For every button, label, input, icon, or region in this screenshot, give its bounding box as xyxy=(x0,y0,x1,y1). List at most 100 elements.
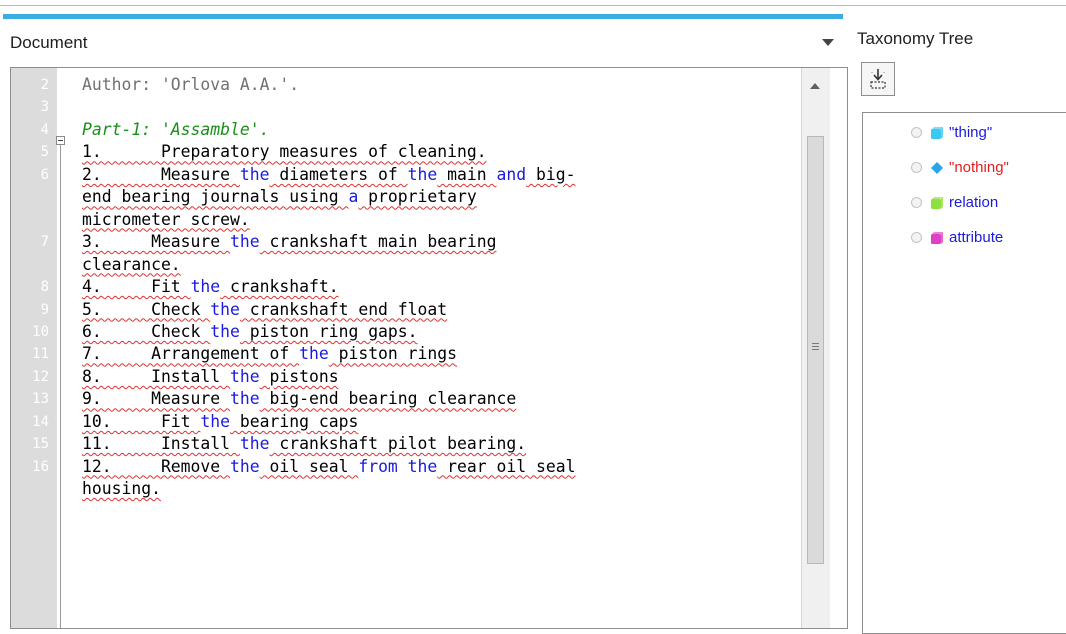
code-line[interactable]: 3 xyxy=(11,96,801,118)
text-token: piston rings xyxy=(328,344,458,364)
line-text: 8. Install the pistons xyxy=(82,366,339,388)
line-number: 6 xyxy=(40,166,49,183)
text-token: end bearing journals using xyxy=(82,187,349,207)
text-token: Author: 'Orlova A.A.'. xyxy=(82,75,300,94)
code-line[interactable]: 5 1. Preparatory measures of cleaning. xyxy=(11,141,801,163)
text-token: 3. Measure xyxy=(82,232,231,252)
line-text: 2. Measure the diameters of the main and… xyxy=(82,164,575,186)
code-line[interactable]: 4 Part-1: 'Assamble'. xyxy=(11,119,801,141)
text-token: pistons xyxy=(259,366,339,386)
text-token: the xyxy=(230,389,260,409)
code-line[interactable]: 13 9. Measure the big-end bearing clearan… xyxy=(11,388,801,410)
node-radio-button[interactable] xyxy=(911,127,922,138)
text-token: oil seal xyxy=(259,456,359,476)
scroll-thumb[interactable] xyxy=(807,136,824,564)
line-text: 12. Remove the oil seal from the rear oi… xyxy=(82,456,575,478)
text-token: crankshaft main bearing xyxy=(259,232,497,252)
code-line[interactable]: 15 11. Install the crankshaft pilot beari… xyxy=(11,433,801,455)
code-line[interactable]: end bearing journals using a proprietary xyxy=(11,186,801,208)
import-button[interactable] xyxy=(861,62,895,96)
panel-dropdown-icon[interactable] xyxy=(822,39,834,46)
vertical-scrollbar[interactable] xyxy=(801,68,830,628)
line-number: 13 xyxy=(32,391,49,408)
active-panel-accent xyxy=(3,14,843,19)
grip-line xyxy=(812,346,819,347)
text-token: from the xyxy=(358,456,438,476)
code-line[interactable]: 7 3. Measure the crankshaft main bearing xyxy=(11,231,801,253)
tree-node-label: "thing" xyxy=(949,124,993,141)
text-token: 9. Measure xyxy=(82,389,231,409)
line-number: 2 xyxy=(40,77,49,93)
text-token: the xyxy=(230,456,260,476)
text-token: big- xyxy=(526,164,576,184)
text-token: a xyxy=(348,187,359,207)
code-line[interactable]: 12 8. Install the pistons xyxy=(11,366,801,388)
diamond-icon xyxy=(931,162,943,174)
line-text: 7. Arrangement of the piston rings xyxy=(82,343,457,365)
text-token: the xyxy=(230,366,260,386)
line-text: 5. Check the crankshaft end float xyxy=(82,299,447,321)
text-token: the xyxy=(200,411,231,431)
grip-line xyxy=(812,343,819,344)
text-token: crankshaft. xyxy=(220,277,339,297)
text-token: micrometer screw. xyxy=(82,209,250,229)
line-number: 14 xyxy=(32,413,49,430)
code-line[interactable]: 16 12. Remove the oil seal from the rear … xyxy=(11,456,801,478)
line-number: 7 xyxy=(40,234,49,251)
text-token: crankshaft end float xyxy=(239,299,448,319)
text-token: 1. Preparatory measures of cleaning. xyxy=(82,142,487,162)
code-line[interactable]: micrometer screw. xyxy=(11,209,801,231)
code-line[interactable]: 9 5. Check the crankshaft end float xyxy=(11,299,801,321)
line-number: 5 xyxy=(40,144,49,161)
code-line[interactable]: 8 4. Fit the crankshaft. xyxy=(11,276,801,298)
grip-line xyxy=(812,349,819,350)
line-text: end bearing journals using a proprietary xyxy=(82,186,477,208)
line-text: 4. Fit the crankshaft. xyxy=(82,276,339,298)
text-token: crankshaft pilot bearing. xyxy=(269,434,527,454)
node-radio-button[interactable] xyxy=(911,162,922,173)
text-token: main xyxy=(437,164,497,184)
line-number: 16 xyxy=(32,458,49,475)
code-line[interactable]: 14 10. Fit the bearing caps xyxy=(11,411,801,433)
line-number: 4 xyxy=(40,121,49,138)
text-token: 6. Check xyxy=(82,321,211,341)
text-token: 12. Remove xyxy=(82,456,231,476)
code-line[interactable]: 11 7. Arrangement of the piston rings xyxy=(11,343,801,365)
code-line[interactable]: 10 6. Check the piston ring gaps. xyxy=(11,321,801,343)
node-radio-button[interactable] xyxy=(911,197,922,208)
line-number: 10 xyxy=(32,323,49,340)
taxonomy-tree[interactable]: "thing" "nothing" relation attribute xyxy=(862,112,1066,634)
cube-icon xyxy=(931,232,943,244)
line-text: 3. Measure the crankshaft main bearing xyxy=(82,231,496,253)
text-token: clearance. xyxy=(82,254,181,274)
line-number: 8 xyxy=(40,279,49,296)
taxonomy-panel-title: Taxonomy Tree xyxy=(857,29,974,48)
node-radio-button[interactable] xyxy=(911,232,922,243)
text-token: proprietary xyxy=(358,187,477,207)
scroll-up-arrow-icon[interactable] xyxy=(810,83,820,89)
text-token: bearing caps xyxy=(230,411,359,431)
code-line[interactable]: 2 Author: 'Orlova A.A.'. xyxy=(11,74,801,96)
text-token: 11. Install xyxy=(82,434,240,454)
code-line[interactable]: clearance. xyxy=(11,254,801,276)
line-text: 11. Install the crankshaft pilot bearing… xyxy=(82,433,526,455)
text-token: and xyxy=(496,164,527,184)
text-token: 7. Arrangement of xyxy=(82,344,300,364)
document-panel: Document 2 Author: 'Orlova A.A.'. 3 4 Part-1… xyxy=(0,0,848,629)
import-icon xyxy=(870,69,886,89)
text-token: the xyxy=(239,164,270,184)
text-token: the xyxy=(210,299,240,319)
code-editor[interactable]: 2 Author: 'Orlova A.A.'. 3 4 Part-1: 'Assamb… xyxy=(10,67,848,629)
line-number: 15 xyxy=(32,436,49,453)
text-token: housing. xyxy=(82,479,161,499)
line-text: clearance. xyxy=(82,254,181,276)
text-token: diameters of xyxy=(269,164,408,184)
code-line[interactable]: 6 2. Measure the diameters of the main an… xyxy=(11,164,801,186)
line-text: 1. Preparatory measures of cleaning. xyxy=(82,141,487,163)
code-line[interactable]: housing. xyxy=(11,478,801,500)
text-token: 4. Fit xyxy=(82,277,191,297)
text-token: Part-1: 'Assamble'. xyxy=(82,119,270,139)
text-token: the xyxy=(210,321,240,341)
text-token: 10. Fit xyxy=(82,411,201,431)
text-token: 2. Measure xyxy=(82,164,240,184)
